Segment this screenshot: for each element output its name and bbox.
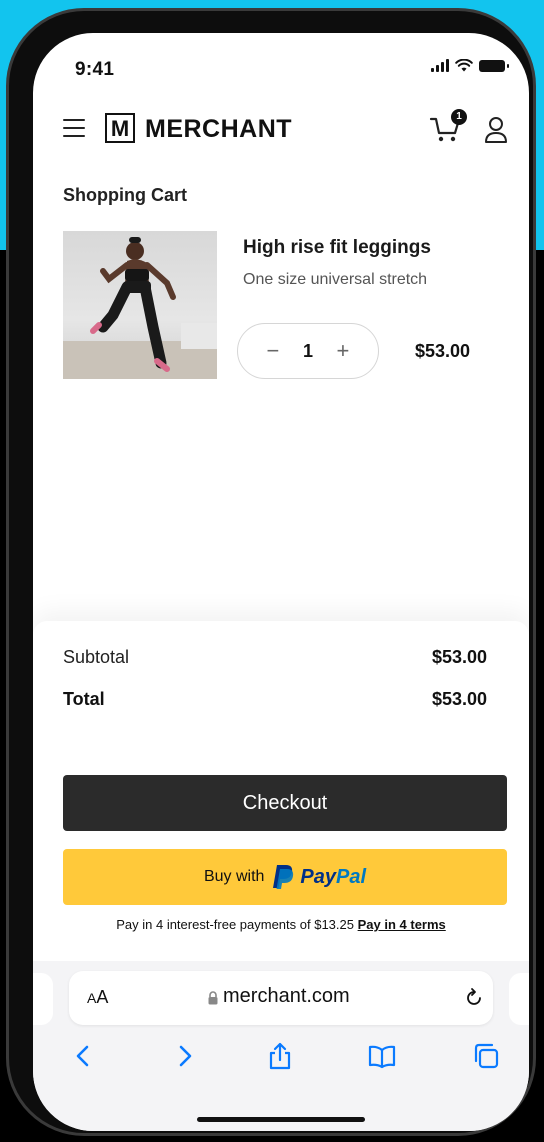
lock-icon bbox=[208, 991, 218, 1005]
phone-frame: 9:41 M MERCHANT 1 Shopping Cart High ris… bbox=[6, 8, 536, 1136]
forward-icon[interactable] bbox=[169, 1041, 199, 1071]
product-name[interactable]: High rise fit leggings bbox=[243, 237, 431, 259]
wifi-icon bbox=[455, 59, 473, 72]
increment-button[interactable]: + bbox=[331, 338, 355, 364]
bookmarks-icon[interactable] bbox=[367, 1041, 397, 1071]
logo-text[interactable]: MERCHANT bbox=[145, 115, 292, 144]
status-time: 9:41 bbox=[75, 59, 115, 80]
checkout-button[interactable]: Checkout bbox=[63, 775, 507, 831]
url-text[interactable]: merchant.com bbox=[223, 985, 350, 1008]
quantity-stepper: − 1 + bbox=[237, 323, 379, 379]
paypal-button[interactable]: Buy with PayPal bbox=[63, 849, 507, 905]
logo-mark[interactable]: M bbox=[105, 113, 135, 143]
paypal-p-icon bbox=[273, 865, 294, 889]
total-label: Total bbox=[63, 689, 105, 709]
user-icon[interactable] bbox=[483, 115, 509, 145]
product-price: $53.00 bbox=[415, 341, 471, 361]
next-tab-peek[interactable] bbox=[509, 973, 529, 1025]
paypal-logo: PayPal bbox=[272, 864, 366, 890]
total-value: $53.00 bbox=[431, 689, 487, 709]
subtotal-value: $53.00 bbox=[431, 647, 487, 667]
product-image[interactable] bbox=[63, 231, 217, 379]
tabs-icon[interactable] bbox=[471, 1041, 501, 1071]
status-icons bbox=[431, 59, 509, 72]
pay-in-4-message: Pay in 4 interest-free payments of $13.2… bbox=[33, 917, 529, 932]
paypal-word-pay: Pay bbox=[300, 865, 337, 888]
signal-icon bbox=[431, 59, 449, 72]
cart-title: Shopping Cart bbox=[63, 185, 187, 205]
quantity-value: 1 bbox=[302, 340, 313, 361]
back-icon[interactable] bbox=[69, 1041, 99, 1071]
share-icon[interactable] bbox=[265, 1041, 295, 1071]
paypal-prefix: Buy with bbox=[203, 868, 265, 885]
product-description: One size universal stretch bbox=[243, 271, 428, 288]
previous-tab-peek[interactable] bbox=[33, 973, 53, 1025]
athlete-illustration bbox=[63, 237, 217, 379]
reload-icon[interactable] bbox=[463, 987, 485, 1009]
home-indicator[interactable] bbox=[197, 1117, 365, 1122]
reader-settings-button[interactable]: AA bbox=[87, 987, 108, 1008]
decrement-button[interactable]: − bbox=[261, 338, 285, 364]
screen: 9:41 M MERCHANT 1 Shopping Cart High ris… bbox=[33, 33, 529, 1131]
menu-icon[interactable] bbox=[63, 119, 85, 137]
pay-in-4-link[interactable]: Pay in 4 terms bbox=[358, 917, 446, 932]
pay-in-4-text: Pay in 4 interest-free payments of $13.2… bbox=[116, 917, 354, 932]
subtotal-label: Subtotal bbox=[63, 647, 130, 667]
paypal-word-pal: Pal bbox=[336, 865, 367, 888]
battery-icon bbox=[479, 59, 509, 72]
cart-count-badge: 1 bbox=[451, 109, 467, 125]
